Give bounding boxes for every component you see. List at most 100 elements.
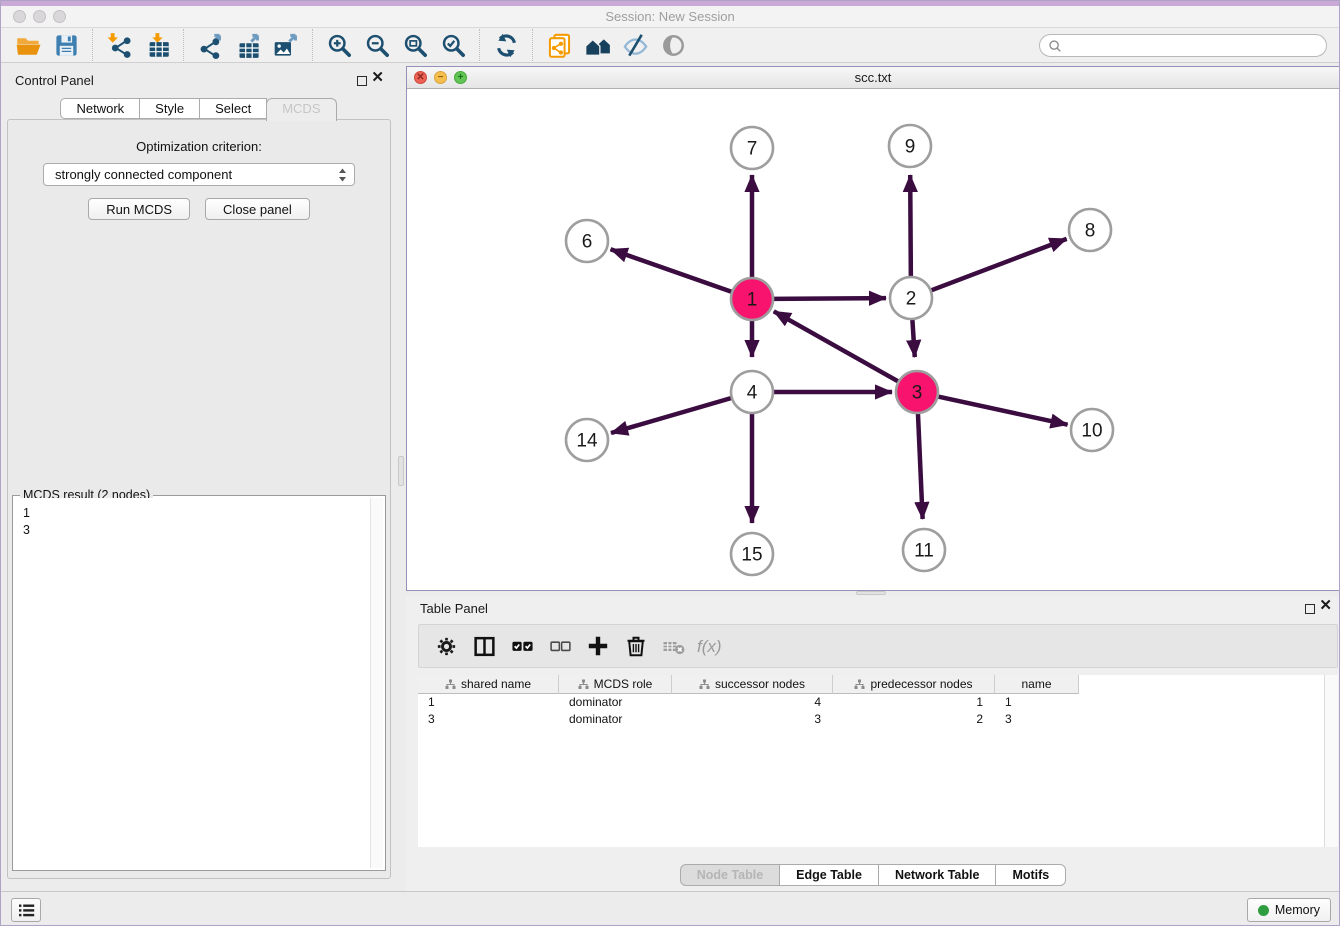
network-canvas[interactable]: 7968124314101511 [407,90,1339,590]
edge-2-3[interactable] [912,319,914,357]
edge-2-9[interactable] [910,175,911,277]
table-cell: 3 [418,712,559,726]
mcds-result-list[interactable]: 13 [15,498,383,868]
tab-style[interactable]: Style [139,98,200,119]
float-panel-icon[interactable] [357,73,367,91]
edge-3-11[interactable] [918,413,923,519]
node-label-7: 7 [747,139,758,160]
sort-column-icon [578,679,589,690]
close-control-panel-icon[interactable]: ✕ [371,73,384,83]
column-header-name[interactable]: name [995,675,1079,694]
table-panel: Table Panel ✕ f(x) shared nameMCDS roles… [406,596,1340,891]
zoom-out-icon[interactable] [358,28,396,62]
table-row[interactable]: 3dominator323 [418,711,1338,728]
table-cell: dominator [559,695,672,709]
edge-1-6[interactable] [611,249,733,292]
search-input[interactable] [1063,37,1326,55]
tab-mcds[interactable]: MCDS [266,98,336,121]
toolbar-separator [532,29,533,61]
dropdown-stepper-icon [337,167,348,183]
save-session-icon[interactable] [47,28,85,62]
tab-select[interactable]: Select [199,98,267,119]
toolbar-separator [92,29,93,61]
table-cell: 1 [995,695,1079,709]
zoom-selected-icon[interactable] [434,28,472,62]
svg-text:f(x): f(x) [697,637,722,656]
export-image-icon[interactable] [267,28,305,62]
task-history-button[interactable] [11,898,41,922]
table-cell: 4 [672,695,833,709]
tab-edge-table[interactable]: Edge Table [779,864,879,886]
edge-4-14[interactable] [611,398,732,433]
edge-2-8[interactable] [931,239,1067,291]
tab-node-table[interactable]: Node Table [680,864,780,886]
table-scrollbar[interactable] [1324,675,1338,847]
search-icon [1047,38,1063,54]
run-mcds-button[interactable]: Run MCDS [88,198,190,220]
table-cell: 1 [833,695,995,709]
refresh-view-icon[interactable] [487,28,525,62]
mcds-result-box: MCDS result (2 nodes) 13 [12,495,386,871]
import-table-icon[interactable] [138,28,176,62]
criterion-dropdown-value: strongly connected component [55,167,337,182]
mcds-result-item: 3 [23,522,383,539]
table-row[interactable]: 1dominator411 [418,694,1338,711]
network-minimize-button[interactable]: − [434,71,447,84]
import-network-icon[interactable] [100,28,138,62]
export-network-icon[interactable] [191,28,229,62]
network-window-titlebar[interactable]: ✕ − + scc.txt [407,67,1339,89]
function-builder-icon: f(x) [693,628,731,664]
column-header-predecessor-nodes[interactable]: predecessor nodes [833,675,995,694]
column-header-shared-name[interactable]: shared name [418,675,559,694]
first-neighbors-icon[interactable] [578,28,616,62]
hide-selected-icon[interactable] [616,28,654,62]
tab-motifs[interactable]: Motifs [995,864,1066,886]
show-all-icon[interactable] [654,28,692,62]
network-graph[interactable]: 7968124314101511 [407,90,1339,590]
table-cell: 3 [995,712,1079,726]
table-mode-icon[interactable] [427,628,465,664]
node-label-14: 14 [576,431,598,452]
table-cell: dominator [559,712,672,726]
tab-network-table[interactable]: Network Table [878,864,997,886]
application-window: Session: New Session Control Panel ✕ Net… [0,0,1340,926]
vertical-splitter-handle[interactable] [398,456,404,486]
network-window-title: scc.txt [855,70,892,85]
titlebar: Session: New Session [1,6,1339,28]
horizontal-splitter-handle[interactable] [856,591,886,595]
search-field[interactable] [1039,34,1327,57]
mcds-result-scrollbar[interactable] [370,498,383,868]
table-body: 1dominator4113dominator323 [418,694,1338,727]
edge-1-2[interactable] [773,298,886,299]
node-table: shared nameMCDS rolesuccessor nodesprede… [418,675,1338,847]
network-window: ✕ − + scc.txt 7968124314101511 [406,66,1340,591]
delete-columns-icon[interactable] [617,628,655,664]
memory-button[interactable]: Memory [1247,898,1331,922]
deselect-all-columns-icon[interactable] [541,628,579,664]
network-maximize-button[interactable]: + [454,71,467,84]
main-toolbar [1,28,1339,63]
tab-network[interactable]: Network [60,98,140,119]
criterion-dropdown[interactable]: strongly connected component [43,163,355,186]
show-hide-columns-icon[interactable] [465,628,503,664]
clone-network-icon[interactable] [540,28,578,62]
node-label-3: 3 [912,383,923,404]
new-column-icon[interactable] [579,628,617,664]
edge-3-10[interactable] [938,396,1068,424]
close-table-panel-icon[interactable]: ✕ [1319,601,1332,611]
sort-column-icon [699,679,710,690]
column-header-MCDS-role[interactable]: MCDS role [559,675,672,694]
zoom-in-icon[interactable] [320,28,358,62]
table-cell: 1 [418,695,559,709]
zoom-fit-icon[interactable] [396,28,434,62]
node-label-1: 1 [747,290,758,311]
close-panel-button[interactable]: Close panel [205,198,310,220]
export-table-icon[interactable] [229,28,267,62]
edge-3-1[interactable] [774,311,899,381]
network-close-button[interactable]: ✕ [414,71,427,84]
table-toolbar: f(x) [418,624,1338,668]
float-table-panel-icon[interactable] [1305,601,1315,619]
column-header-successor-nodes[interactable]: successor nodes [672,675,833,694]
open-session-icon[interactable] [9,28,47,62]
select-all-columns-icon[interactable] [503,628,541,664]
